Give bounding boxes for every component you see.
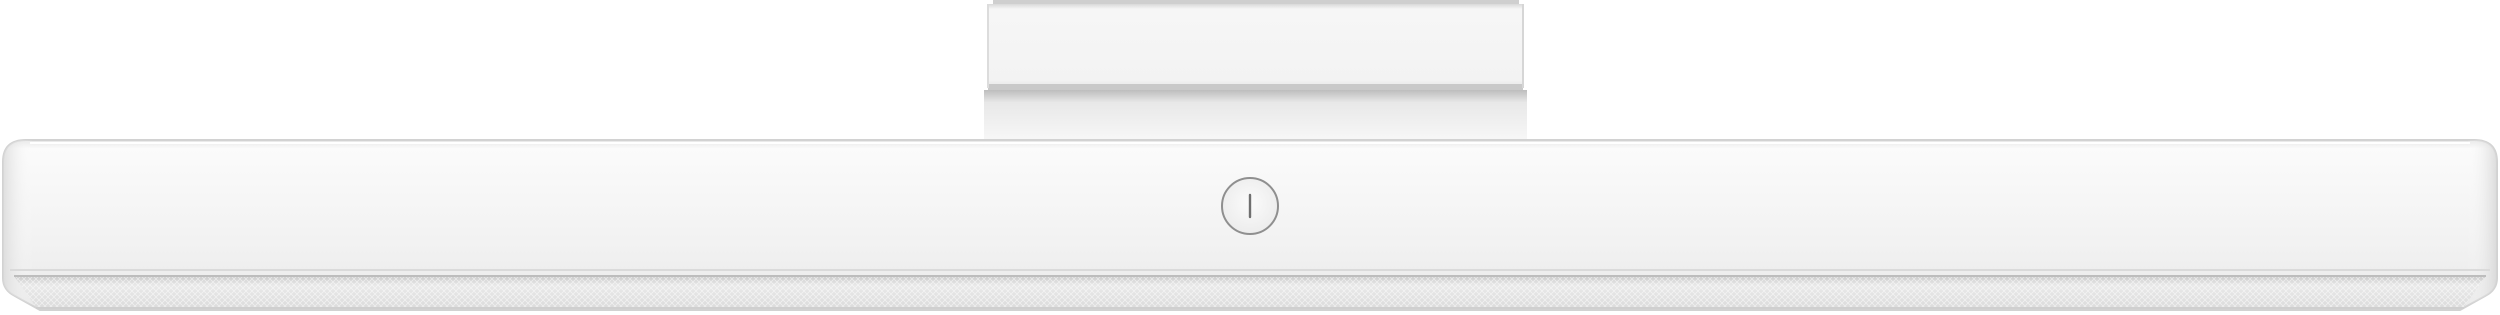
- product-photo: [0, 0, 2500, 315]
- light-bar-illustration: [2, 0, 2498, 311]
- power-button[interactable]: [1221, 177, 1279, 235]
- light-diffuser: [14, 275, 2486, 309]
- mount-clip: [984, 0, 1527, 140]
